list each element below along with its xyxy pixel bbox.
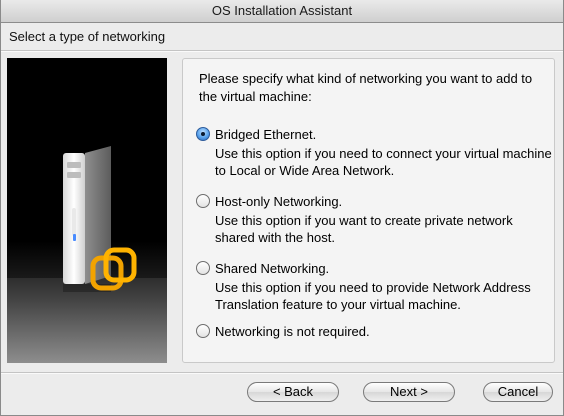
cancel-button[interactable]: Cancel [483, 382, 553, 402]
option-label: Host-only Networking. [215, 194, 343, 209]
computer-tower-illustration [7, 146, 167, 363]
back-button[interactable]: < Back [247, 382, 339, 402]
networking-options-panel: Please specify what kind of networking y… [182, 58, 555, 363]
window-title: OS Installation Assistant [1, 0, 563, 23]
radio-bridged-ethernet[interactable] [196, 127, 210, 141]
side-illustration [7, 58, 167, 363]
next-button[interactable]: Next > [363, 382, 455, 402]
radio-networking-not-required[interactable] [196, 324, 210, 338]
footer-separator [1, 372, 563, 374]
intro-text: Please specify what kind of networking y… [199, 71, 533, 104]
header-separator [1, 50, 563, 52]
radio-host-only-networking[interactable] [196, 194, 210, 208]
option-description: Use this option if you want to create pr… [215, 213, 513, 245]
option-description: Use this option if you need to provide N… [215, 280, 531, 312]
option-description: Use this option if you need to connect y… [215, 146, 552, 178]
option-label: Bridged Ethernet. [215, 127, 317, 142]
installer-window: OS Installation Assistant Select a type … [0, 0, 564, 416]
radio-shared-networking[interactable] [196, 261, 210, 275]
option-label: Networking is not required. [215, 324, 370, 339]
option-label: Shared Networking. [215, 261, 330, 276]
step-subtitle: Select a type of networking [9, 29, 166, 44]
